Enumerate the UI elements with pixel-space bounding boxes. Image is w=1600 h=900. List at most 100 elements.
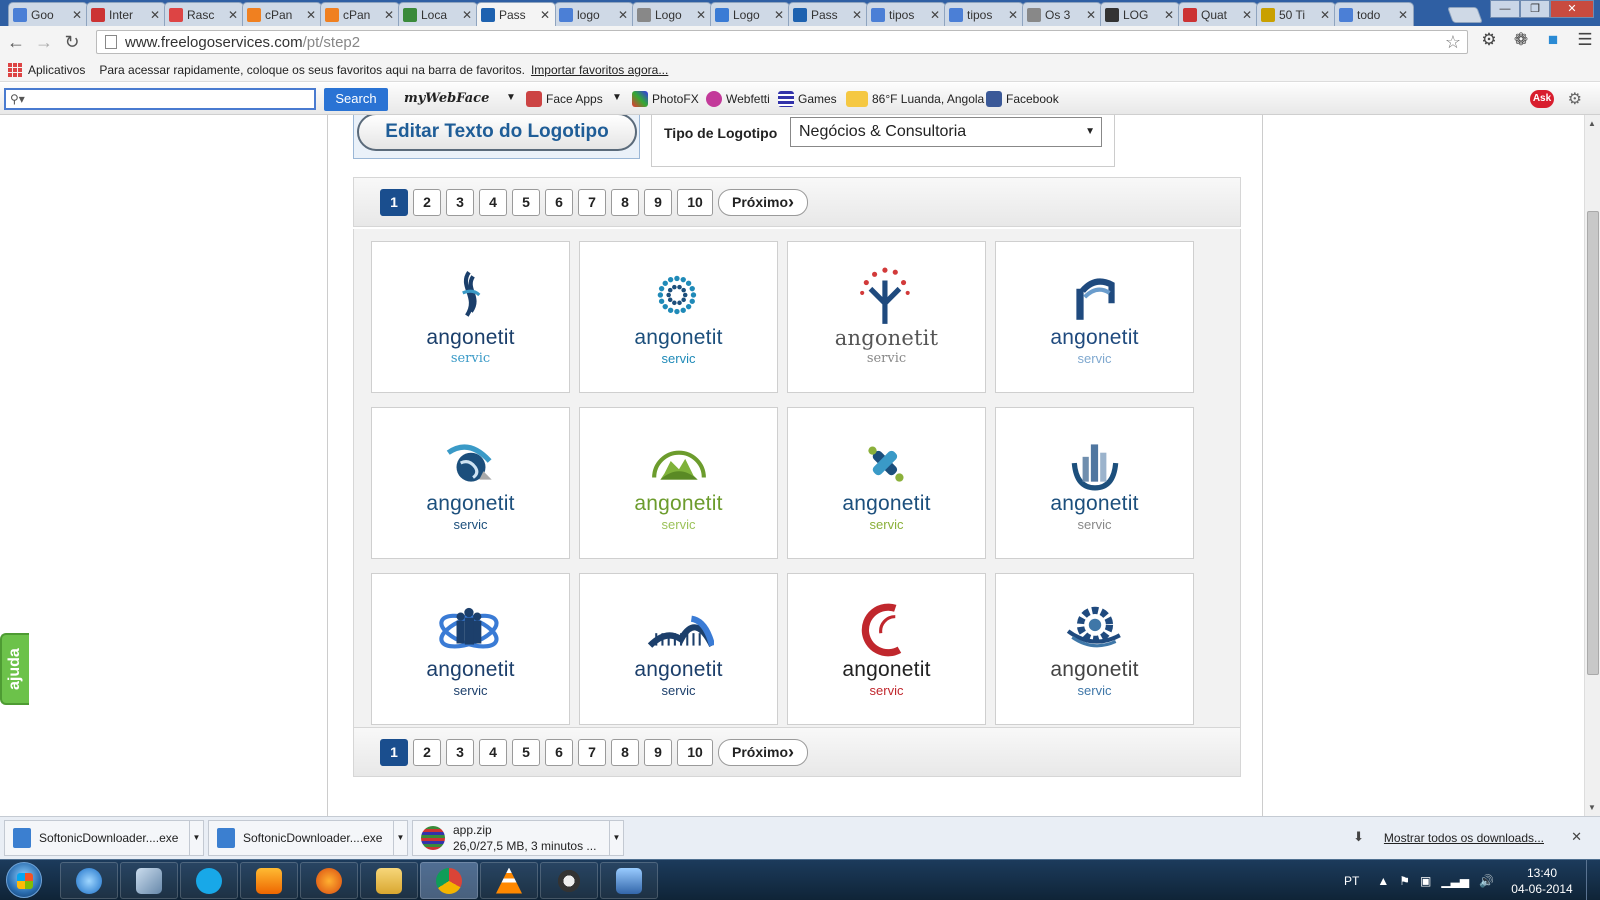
- taskbar-chrome[interactable]: [420, 862, 478, 899]
- page-3-button[interactable]: 3: [446, 738, 474, 766]
- forward-button[interactable]: →: [32, 30, 56, 54]
- logo-option-tile[interactable]: angonetit servic: [787, 407, 986, 559]
- logo-option-tile[interactable]: angonetit servic: [371, 407, 570, 559]
- download-item[interactable]: app.zip 26,0/27,5 MB, 3 minutos ... ▼: [412, 820, 624, 856]
- chevron-down-icon[interactable]: ▼: [609, 821, 623, 855]
- tab-close-icon[interactable]: ✕: [539, 8, 551, 22]
- taskbar-media[interactable]: [240, 862, 298, 899]
- import-bookmarks-link[interactable]: Importar favoritos agora...: [531, 63, 668, 77]
- sync-icon[interactable]: ■: [1542, 30, 1564, 50]
- browser-tab[interactable]: LOG ✕: [1100, 2, 1180, 26]
- page-9-button[interactable]: 9: [644, 188, 672, 216]
- download-item[interactable]: SoftonicDownloader....exe ▼: [4, 820, 204, 856]
- next-page-button[interactable]: Próximo ›: [718, 738, 808, 766]
- page-1-button[interactable]: 1: [380, 738, 408, 766]
- page-5-button[interactable]: 5: [512, 738, 540, 766]
- page-2-button[interactable]: 2: [413, 188, 441, 216]
- toolbar-item-games[interactable]: Games: [778, 91, 837, 107]
- page-5-button[interactable]: 5: [512, 188, 540, 216]
- help-tab[interactable]: ajuda: [0, 633, 29, 705]
- edit-logo-text-button[interactable]: Editar Texto do Logotipo: [357, 115, 637, 151]
- close-window-button[interactable]: ✕: [1550, 0, 1594, 18]
- toolbar-item-photofx[interactable]: PhotoFX: [632, 91, 699, 107]
- chevron-down-icon[interactable]: ▼: [393, 821, 407, 855]
- taskbar-skype[interactable]: [180, 862, 238, 899]
- tab-close-icon[interactable]: ✕: [1007, 8, 1019, 22]
- browser-tab[interactable]: todo ✕: [1334, 2, 1414, 26]
- browser-tab[interactable]: Pass ✕: [788, 2, 868, 26]
- vertical-scrollbar[interactable]: ▲ ▼: [1584, 115, 1600, 816]
- chevron-down-icon[interactable]: ▼: [612, 92, 622, 103]
- logo-option-tile[interactable]: angonetit servic: [371, 573, 570, 725]
- scroll-up-icon[interactable]: ▲: [1588, 119, 1596, 128]
- taskbar-ie[interactable]: [60, 862, 118, 899]
- page-6-button[interactable]: 6: [545, 738, 573, 766]
- menu-icon[interactable]: ☰: [1574, 30, 1596, 50]
- browser-tab[interactable]: Goo ✕: [8, 2, 88, 26]
- tab-close-icon[interactable]: ✕: [149, 8, 161, 22]
- browser-tab[interactable]: logo ✕: [554, 2, 634, 26]
- tab-close-icon[interactable]: ✕: [461, 8, 473, 22]
- tab-close-icon[interactable]: ✕: [851, 8, 863, 22]
- clock[interactable]: 13:40 04-06-2014: [1504, 865, 1580, 897]
- page-2-button[interactable]: 2: [413, 738, 441, 766]
- taskbar-firefox[interactable]: [300, 862, 358, 899]
- language-indicator[interactable]: PT: [1344, 874, 1359, 888]
- browser-tab[interactable]: 50 Ti ✕: [1256, 2, 1336, 26]
- gear-icon[interactable]: ⚙: [1478, 30, 1500, 50]
- close-icon[interactable]: ✕: [1571, 829, 1582, 845]
- minimize-button[interactable]: —: [1490, 0, 1520, 18]
- tab-close-icon[interactable]: ✕: [1241, 8, 1253, 22]
- scrollbar-thumb[interactable]: [1587, 211, 1599, 675]
- tab-close-icon[interactable]: ✕: [383, 8, 395, 22]
- new-tab-button[interactable]: [1447, 7, 1483, 23]
- tab-close-icon[interactable]: ✕: [1319, 8, 1331, 22]
- page-9-button[interactable]: 9: [644, 738, 672, 766]
- browser-tab[interactable]: Quat ✕: [1178, 2, 1258, 26]
- tab-close-icon[interactable]: ✕: [1163, 8, 1175, 22]
- browser-tab[interactable]: Inter ✕: [86, 2, 166, 26]
- page-7-button[interactable]: 7: [578, 738, 606, 766]
- browser-tab[interactable]: Logo ✕: [632, 2, 712, 26]
- browser-tab[interactable]: tipos ✕: [944, 2, 1024, 26]
- tab-close-icon[interactable]: ✕: [617, 8, 629, 22]
- page-4-button[interactable]: 4: [479, 188, 507, 216]
- taskbar-app-doc[interactable]: [600, 862, 658, 899]
- browser-tab[interactable]: tipos ✕: [866, 2, 946, 26]
- toolbar-item-facebook[interactable]: Facebook: [986, 91, 1059, 107]
- tab-close-icon[interactable]: ✕: [227, 8, 239, 22]
- logo-option-tile[interactable]: angonetit servic: [371, 241, 570, 393]
- toolbar-search-input[interactable]: ⚲▾: [4, 88, 316, 110]
- reload-button[interactable]: ↻: [60, 30, 84, 54]
- logo-option-tile[interactable]: angonetit servic: [995, 573, 1194, 725]
- show-all-downloads-link[interactable]: Mostrar todos os downloads...: [1384, 831, 1544, 845]
- tab-close-icon[interactable]: ✕: [1085, 8, 1097, 22]
- ask-logo[interactable]: Ask: [1530, 90, 1554, 108]
- taskbar-app-box[interactable]: [120, 862, 178, 899]
- show-desktop-button[interactable]: [1586, 860, 1600, 900]
- toolbar-item-weather[interactable]: 86°F Luanda, Angola: [846, 91, 984, 107]
- tab-close-icon[interactable]: ✕: [1397, 8, 1409, 22]
- next-page-button[interactable]: Próximo ›: [718, 188, 808, 216]
- extension-icon[interactable]: ❁: [1510, 30, 1532, 50]
- page-8-button[interactable]: 8: [611, 738, 639, 766]
- toolbar-item-webfetti[interactable]: Webfetti: [706, 91, 770, 107]
- tab-close-icon[interactable]: ✕: [929, 8, 941, 22]
- logo-option-tile[interactable]: angonetit servic: [995, 407, 1194, 559]
- logo-option-tile[interactable]: angonetit servic: [579, 573, 778, 725]
- scroll-down-icon[interactable]: ▼: [1588, 803, 1596, 812]
- page-7-button[interactable]: 7: [578, 188, 606, 216]
- logo-type-select[interactable]: Negócios & Consultoria ▼: [790, 117, 1102, 147]
- page-10-button[interactable]: 10: [677, 738, 713, 766]
- logo-option-tile[interactable]: angonetit servic: [579, 241, 778, 393]
- logo-option-tile[interactable]: angonetit servic: [995, 241, 1194, 393]
- chevron-down-icon[interactable]: ▼: [506, 92, 516, 103]
- browser-tab[interactable]: cPan ✕: [320, 2, 400, 26]
- mywebface-logo[interactable]: myWebFace: [404, 91, 489, 106]
- page-10-button[interactable]: 10: [677, 188, 713, 216]
- browser-tab[interactable]: Loca ✕: [398, 2, 478, 26]
- browser-tab[interactable]: Rasc ✕: [164, 2, 244, 26]
- maximize-button[interactable]: ❐: [1520, 0, 1550, 18]
- taskbar-explorer[interactable]: [360, 862, 418, 899]
- page-3-button[interactable]: 3: [446, 188, 474, 216]
